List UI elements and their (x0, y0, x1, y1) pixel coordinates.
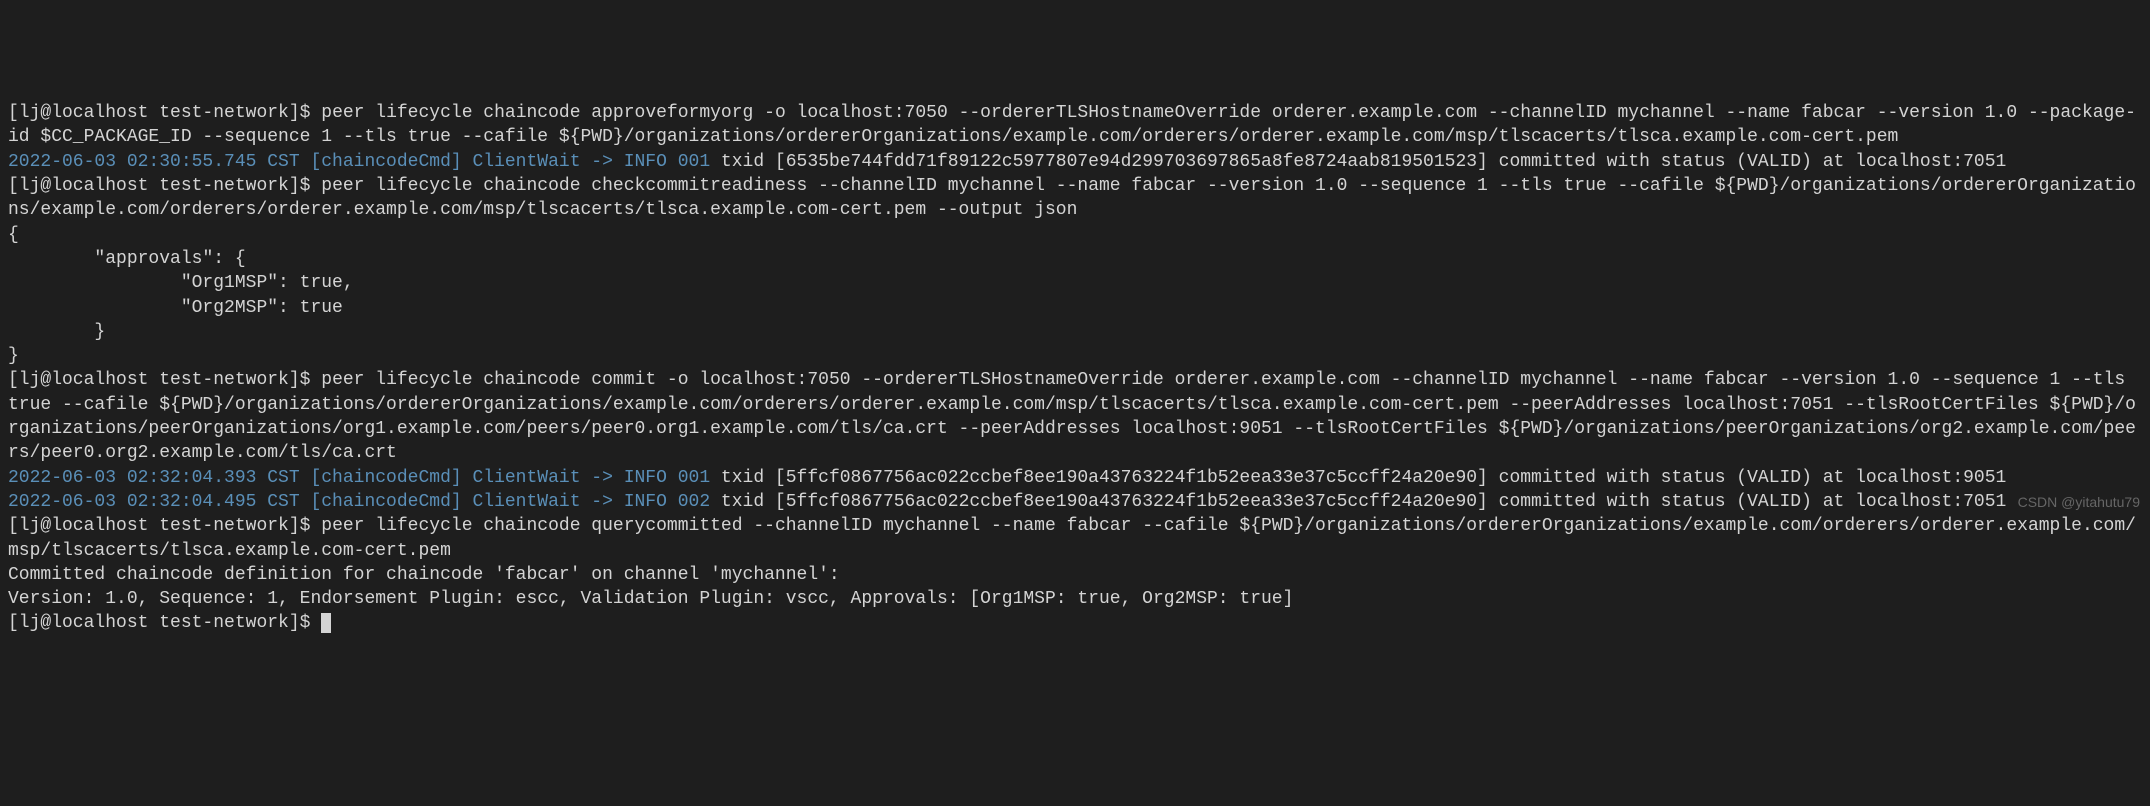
shell-prompt: [lj@localhost test-network]$ (8, 516, 321, 536)
log-message: txid [5ffcf0867756ac022ccbef8ee190a43763… (710, 468, 2006, 488)
log-line-2: 2022-06-03 02:32:04.393 CST [chaincodeCm… (8, 466, 2142, 490)
command-text: peer lifecycle chaincode checkcommitread… (8, 176, 2136, 220)
command-text: peer lifecycle chaincode querycommitted … (8, 516, 2136, 560)
json-output-open: { (8, 223, 2142, 247)
log-timestamp: 2022-06-03 02:30:55.745 CST [chaincodeCm… (8, 152, 710, 172)
shell-prompt: [lj@localhost test-network]$ (8, 370, 321, 390)
log-timestamp: 2022-06-03 02:32:04.393 CST [chaincodeCm… (8, 468, 710, 488)
log-message: txid [6535be744fdd71f89122c5977807e94d29… (710, 152, 2006, 172)
json-org2: "Org2MSP": true (8, 296, 2142, 320)
command-line-3: [lj@localhost test-network]$ peer lifecy… (8, 368, 2142, 465)
json-org1: "Org1MSP": true, (8, 271, 2142, 295)
json-approvals-key: "approvals": { (8, 247, 2142, 271)
json-output-close: } (8, 344, 2142, 368)
command-line-4: [lj@localhost test-network]$ peer lifecy… (8, 514, 2142, 563)
command-line-empty: [lj@localhost test-network]$ (8, 611, 2142, 635)
log-message: txid [5ffcf0867756ac022ccbef8ee190a43763… (710, 492, 2006, 512)
log-line-3: 2022-06-03 02:32:04.495 CST [chaincodeCm… (8, 490, 2142, 514)
shell-prompt: [lj@localhost test-network]$ (8, 103, 321, 123)
cursor-icon (321, 613, 331, 633)
log-timestamp: 2022-06-03 02:32:04.495 CST [chaincodeCm… (8, 492, 710, 512)
shell-prompt: [lj@localhost test-network]$ (8, 176, 321, 196)
command-text: peer lifecycle chaincode commit -o local… (8, 370, 2136, 463)
command-text: peer lifecycle chaincode approveformyorg… (8, 103, 2136, 147)
command-line-1: [lj@localhost test-network]$ peer lifecy… (8, 101, 2142, 150)
log-line-1: 2022-06-03 02:30:55.745 CST [chaincodeCm… (8, 150, 2142, 174)
command-line-2: [lj@localhost test-network]$ peer lifecy… (8, 174, 2142, 223)
query-output-1: Committed chaincode definition for chain… (8, 563, 2142, 587)
watermark: CSDN @yitahutu79 (2018, 493, 2140, 512)
json-approvals-close: } (8, 320, 2142, 344)
shell-prompt: [lj@localhost test-network]$ (8, 613, 321, 633)
terminal[interactable]: [lj@localhost test-network]$ peer lifecy… (8, 101, 2142, 636)
query-output-2: Version: 1.0, Sequence: 1, Endorsement P… (8, 587, 2142, 611)
